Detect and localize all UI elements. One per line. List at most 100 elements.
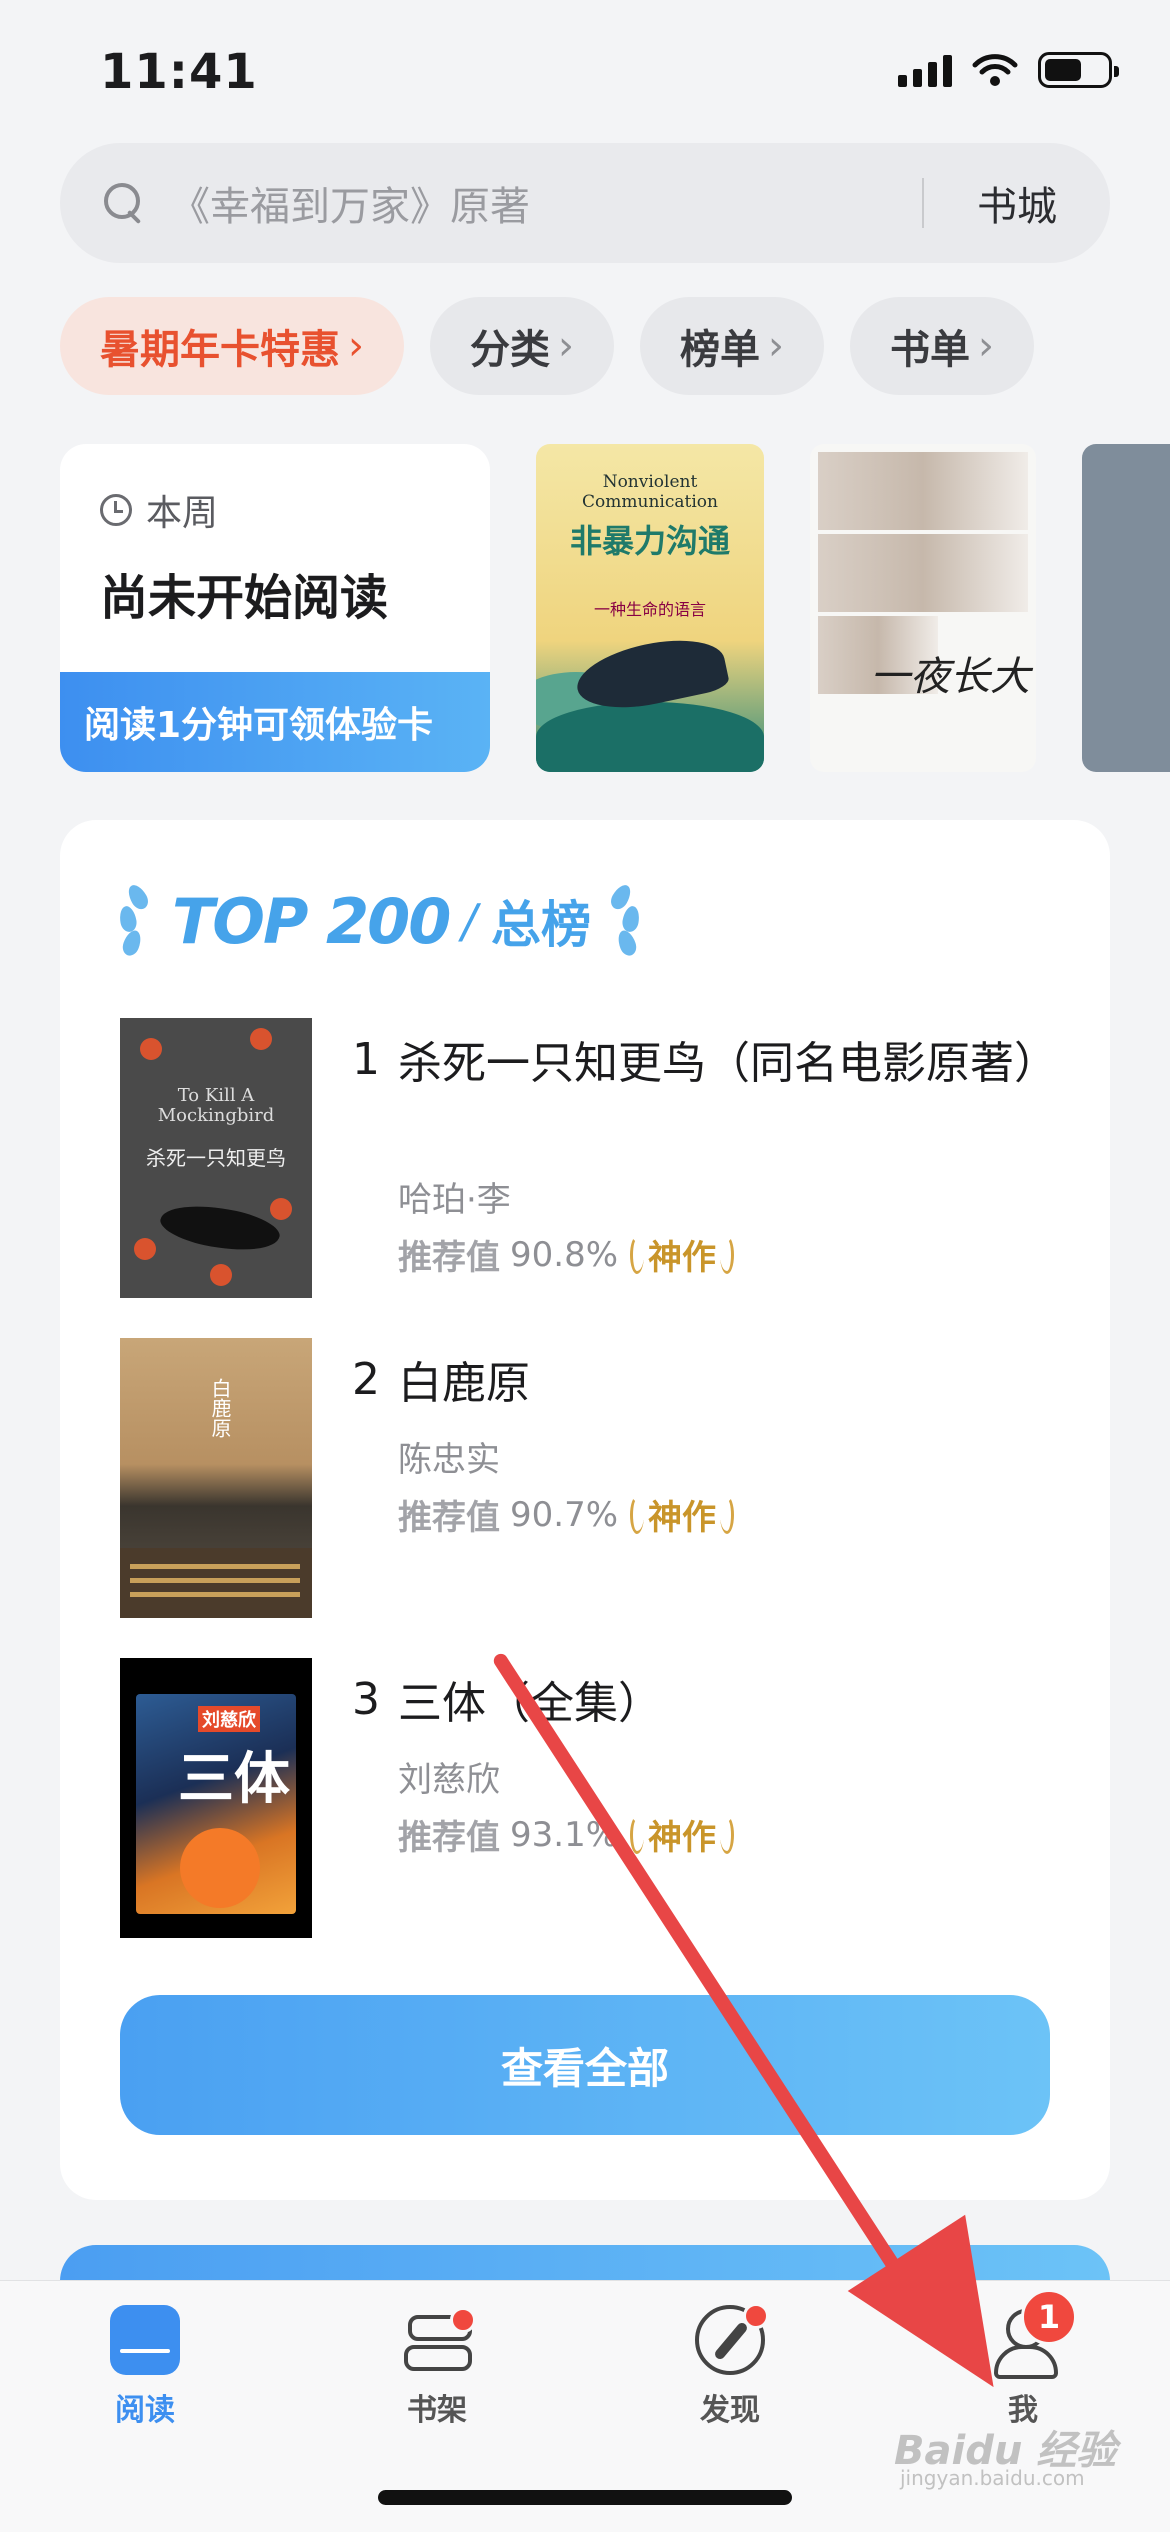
cover-photo <box>818 452 1028 530</box>
status-time: 11:41 <box>100 44 258 100</box>
clock-icon <box>100 494 132 526</box>
cover-title-cn: 三体 <box>178 1747 290 1812</box>
cover-title-cn: 白鹿原 <box>208 1378 232 1438</box>
cover-title-en: To Kill A Mockingbird <box>157 1085 275 1126</box>
view-all-button[interactable]: 查看全部 <box>120 1995 1050 2135</box>
featured-book-cover[interactable]: Nonviolent Communication 非暴力沟通 一种生命的语言 <box>536 444 764 772</box>
tab-label: 阅读 <box>115 2393 175 2428</box>
chevron-right-icon: › <box>348 323 364 369</box>
score-value: 90.8% <box>510 1234 619 1275</box>
cellular-signal-icon <box>898 53 952 87</box>
cover-title-cn: 非暴力沟通 <box>569 522 730 560</box>
rank-number: 2 <box>352 1354 380 1405</box>
chip-category[interactable]: 分类 › <box>430 297 614 395</box>
top200-logo: TOP 200 / 总榜 <box>116 876 643 966</box>
recommend-score: 推荐值 90.7% 神作 <box>398 1490 735 1539</box>
masterpiece-badge: 神作 <box>630 1810 735 1859</box>
laurel-icon <box>630 1815 645 1854</box>
book-author: 哈珀·李 <box>398 1180 511 1220</box>
score-label: 推荐值 <box>398 1498 500 1538</box>
list-item[interactable]: To Kill A Mockingbird 杀死一只知更鸟 1 杀死一只知更鸟（… <box>120 1018 1060 1298</box>
cover-art <box>536 702 764 772</box>
badge-label: 神作 <box>648 1498 717 1538</box>
chip-summer-annual-card[interactable]: 暑期年卡特惠 › <box>60 297 404 395</box>
cover-art <box>130 1592 300 1597</box>
weekly-reading-card[interactable]: 本周 尚未开始阅读 阅读1分钟可领体验卡 <box>60 444 490 772</box>
cover-title-cn: 一夜长大 <box>870 654 1030 700</box>
laurel-icon <box>630 1495 645 1534</box>
book-author: 刘慈欣 <box>398 1760 500 1800</box>
badge-label: 神作 <box>648 1818 717 1858</box>
book-cover[interactable]: 白鹿原 <box>120 1338 312 1618</box>
featured-book-cover[interactable] <box>1082 444 1170 772</box>
cover-art <box>130 1564 300 1569</box>
cover-art <box>180 1828 260 1908</box>
bookstore-button[interactable]: 书城 <box>924 174 1110 232</box>
search-bar[interactable]: 《幸福到万家》原著 书城 <box>60 143 1110 263</box>
book-open-icon <box>110 2305 180 2375</box>
cover-photo <box>818 534 1028 612</box>
featured-book-cover[interactable]: 一夜长大 <box>810 444 1036 772</box>
laurel-icon <box>720 1815 735 1854</box>
laurel-right-icon <box>599 878 643 964</box>
book-cover[interactable]: 刘慈欣 三体 <box>120 1658 312 1938</box>
book-title[interactable]: 三体（全集） <box>398 1674 1038 1734</box>
search-icon <box>104 183 144 223</box>
book-author: 陈忠实 <box>398 1440 500 1480</box>
book-title[interactable]: 白鹿原 <box>398 1354 1038 1414</box>
wifi-icon <box>972 54 1018 86</box>
chip-label: 分类 <box>470 327 550 373</box>
status-bar: 11:41 <box>0 0 1170 140</box>
reading-status: 尚未开始阅读 <box>100 570 389 626</box>
tab-discover[interactable]: 发现 <box>630 2281 830 2441</box>
masterpiece-badge: 神作 <box>630 1490 735 1539</box>
score-label: 推荐值 <box>398 1818 500 1858</box>
bird-illustration <box>157 1195 283 1261</box>
logo-divider: / <box>461 894 477 948</box>
top200-text: TOP 200 <box>172 884 451 958</box>
cover-art <box>120 1548 312 1618</box>
cover-art <box>130 1578 300 1583</box>
score-label: 推荐值 <box>398 1238 500 1278</box>
cover-title-en: Nonviolent Communication <box>582 472 718 512</box>
cover-title-cn: 杀死一只知更鸟 <box>146 1146 286 1170</box>
laurel-left-icon <box>116 878 160 964</box>
recommend-score: 推荐值 93.1% 神作 <box>398 1810 735 1859</box>
watermark-url: jingyan.baidu.com <box>900 2466 1085 2490</box>
rank-number: 3 <box>352 1674 380 1725</box>
notification-dot <box>743 2303 769 2329</box>
tab-reading[interactable]: 阅读 <box>45 2281 245 2441</box>
chip-booklists[interactable]: 书单 › <box>850 297 1034 395</box>
chip-rankings[interactable]: 榜单 › <box>640 297 824 395</box>
tab-bookshelf[interactable]: 书架 <box>337 2281 537 2441</box>
badge-label: 神作 <box>648 1238 717 1278</box>
top200-card: TOP 200 / 总榜 To Kill A Mockingbird 杀死一只知… <box>60 820 1110 2200</box>
tab-label: 发现 <box>700 2393 760 2428</box>
trial-card-cta[interactable]: 阅读1分钟可领体验卡 <box>60 672 490 772</box>
list-item[interactable]: 白鹿原 2 白鹿原 陈忠实 推荐值 90.7% 神作 <box>120 1338 1060 1618</box>
chip-label: 书单 <box>890 327 970 373</box>
week-label: 本周 <box>100 484 218 536</box>
status-icons <box>898 52 1119 88</box>
score-value: 90.7% <box>510 1494 619 1535</box>
laurel-icon <box>720 1235 735 1274</box>
battery-icon <box>1038 52 1119 88</box>
book-cover[interactable]: To Kill A Mockingbird 杀死一只知更鸟 <box>120 1018 312 1298</box>
laurel-icon <box>630 1235 645 1274</box>
home-indicator <box>378 2490 792 2505</box>
chevron-right-icon: › <box>978 323 994 369</box>
notification-dot <box>450 2307 476 2333</box>
rank-number: 1 <box>352 1034 380 1085</box>
chip-label: 榜单 <box>680 327 760 373</box>
cover-author: 刘慈欣 <box>198 1706 260 1732</box>
chip-label: 暑期年卡特惠 <box>100 327 340 373</box>
masterpiece-badge: 神作 <box>630 1230 735 1279</box>
chevron-right-icon: › <box>768 323 784 369</box>
category-chips: 暑期年卡特惠 › 分类 › 榜单 › 书单 › <box>60 297 1034 395</box>
week-label-text: 本周 <box>146 493 219 534</box>
list-name: 总榜 <box>490 896 591 954</box>
tab-label: 书架 <box>407 2393 467 2428</box>
search-input[interactable]: 《幸福到万家》原著 <box>170 174 922 232</box>
book-title[interactable]: 杀死一只知更鸟（同名电影原著） <box>398 1034 1058 1094</box>
cover-subtitle: 一种生命的语言 <box>593 600 706 619</box>
